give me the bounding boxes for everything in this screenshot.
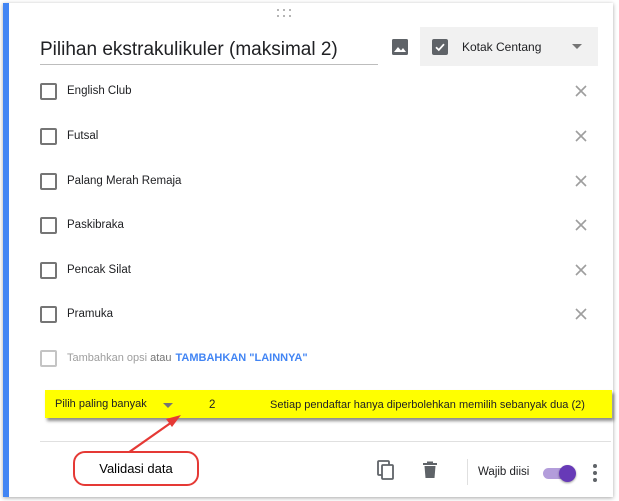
remove-option-icon[interactable] bbox=[572, 82, 590, 100]
question-title-input[interactable]: Pilihan ekstrakulikuler (maksimal 2) bbox=[40, 39, 378, 65]
add-option-button[interactable]: Tambahkan opsi bbox=[67, 352, 147, 364]
option-row: Paskibraka bbox=[40, 213, 590, 237]
option-label[interactable]: Paskibraka bbox=[67, 219, 124, 231]
annotation-label: Validasi data bbox=[73, 451, 199, 486]
option-row: Pramuka bbox=[40, 302, 590, 326]
drag-handle-icon[interactable] bbox=[277, 9, 293, 17]
option-checkbox bbox=[40, 261, 57, 279]
chevron-down-icon[interactable] bbox=[163, 403, 173, 408]
remove-option-icon[interactable] bbox=[572, 261, 590, 279]
remove-option-icon[interactable] bbox=[572, 127, 590, 145]
add-image-icon[interactable] bbox=[389, 36, 411, 58]
delete-icon[interactable] bbox=[419, 459, 441, 481]
footer-divider bbox=[40, 441, 611, 442]
annotation-label-text: Validasi data bbox=[99, 461, 173, 476]
remove-option-icon[interactable] bbox=[572, 216, 590, 234]
option-label[interactable]: Pramuka bbox=[67, 308, 113, 320]
option-row: Pencak Silat bbox=[40, 258, 590, 282]
required-toggle[interactable] bbox=[543, 465, 577, 482]
toggle-knob bbox=[559, 465, 576, 482]
option-checkbox bbox=[40, 82, 57, 100]
checkbox-type-icon bbox=[432, 38, 448, 55]
required-label: Wajib diisi bbox=[478, 466, 530, 478]
option-label[interactable]: Futsal bbox=[67, 130, 98, 142]
option-label[interactable]: Palang Merah Remaja bbox=[67, 175, 181, 187]
remove-option-icon[interactable] bbox=[572, 172, 590, 190]
footer-separator bbox=[467, 459, 468, 485]
option-row: English Club bbox=[40, 79, 590, 103]
add-other-link[interactable]: TAMBAHKAN "LAINNYA" bbox=[176, 352, 308, 364]
add-option-checkbox bbox=[40, 349, 57, 367]
validation-rule-dropdown[interactable]: Pilih paling banyak bbox=[55, 398, 147, 410]
remove-option-icon[interactable] bbox=[572, 305, 590, 323]
chevron-down-icon bbox=[572, 44, 582, 49]
option-label[interactable]: Pencak Silat bbox=[67, 264, 131, 276]
option-checkbox bbox=[40, 305, 57, 323]
more-options-icon[interactable] bbox=[592, 464, 598, 482]
option-checkbox bbox=[40, 216, 57, 234]
validation-number-input[interactable]: 2 bbox=[195, 394, 253, 414]
option-row: Futsal bbox=[40, 124, 590, 148]
response-validation-row: Pilih paling banyak 2 Setiap pendaftar h… bbox=[45, 390, 612, 418]
question-type-label: Kotak Centang bbox=[462, 39, 542, 54]
option-row: Palang Merah Remaja bbox=[40, 169, 590, 193]
option-checkbox bbox=[40, 172, 57, 190]
add-option-row: Tambahkan opsi atau TAMBAHKAN "LAINNYA" bbox=[40, 347, 308, 369]
option-checkbox bbox=[40, 127, 57, 145]
question-type-dropdown[interactable]: Kotak Centang bbox=[420, 27, 598, 66]
add-option-or-text: atau bbox=[150, 352, 172, 364]
validation-error-message-input[interactable]: Setiap pendaftar hanya diperbolehkan mem… bbox=[270, 399, 585, 411]
option-label[interactable]: English Club bbox=[67, 85, 132, 97]
question-card: Pilihan ekstrakulikuler (maksimal 2) Kot… bbox=[3, 3, 613, 497]
duplicate-icon[interactable] bbox=[375, 459, 397, 481]
